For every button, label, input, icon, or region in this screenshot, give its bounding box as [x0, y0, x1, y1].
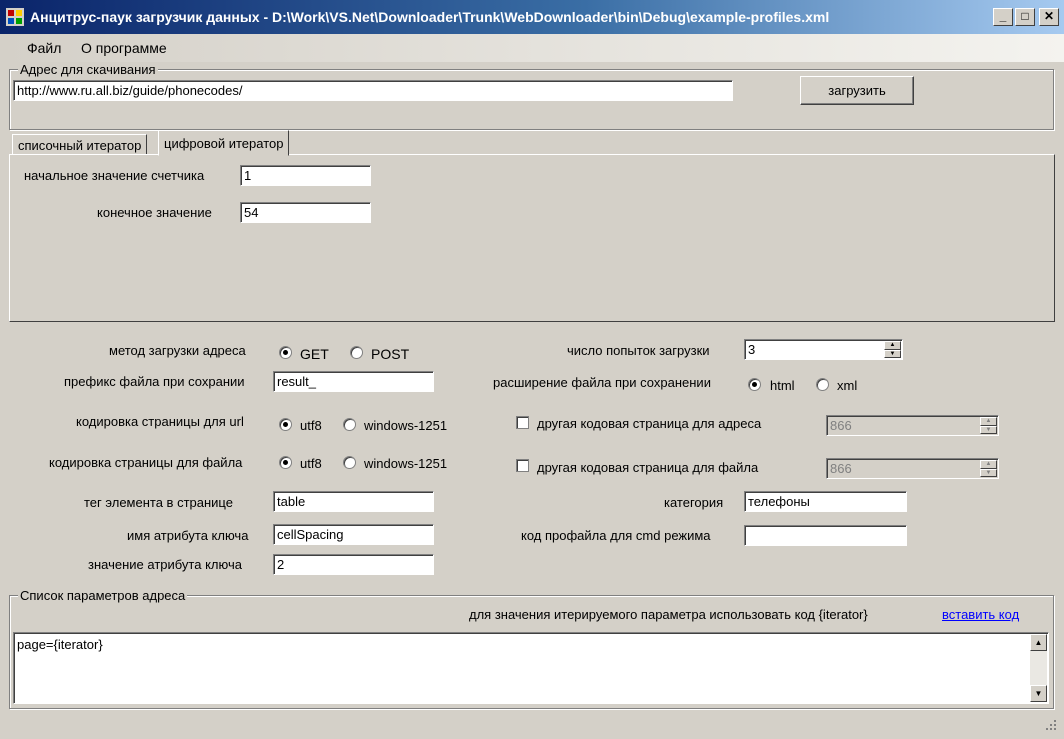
method-get-label[interactable]: GET	[300, 346, 329, 362]
file-encoding-label: кодировка страницы для файла	[49, 455, 243, 470]
ext-html-label[interactable]: html	[770, 378, 795, 393]
tab-list-iterator[interactable]: списочный итератор	[12, 134, 148, 155]
other-cp-file-label[interactable]: другая кодовая страница для файла	[537, 460, 758, 475]
other-cp-file-input[interactable]: 866	[826, 458, 999, 479]
file-enc-utf8-label[interactable]: utf8	[300, 456, 322, 471]
spin-up-icon[interactable]: ▲	[980, 460, 997, 469]
other-cp-url-label[interactable]: другая кодовая страница для адреса	[537, 416, 761, 431]
ext-label: расширение файла при сохранении	[493, 375, 711, 390]
scroll-down-icon[interactable]: ▼	[1030, 685, 1047, 702]
tab-numeric-iterator[interactable]: цифровой итератор	[158, 130, 290, 156]
other-cp-file-spinner[interactable]: ▲ ▼	[980, 460, 997, 477]
load-button[interactable]: загрузить	[800, 76, 914, 105]
maximize-button[interactable]: □	[1015, 8, 1035, 26]
app-icon	[6, 8, 24, 26]
spin-up-icon[interactable]: ▲	[980, 417, 997, 426]
category-label: категория	[664, 495, 724, 510]
attr-value-label: значение атрибута ключа	[88, 557, 242, 572]
url-enc-1251-radio[interactable]	[343, 418, 356, 431]
file-enc-utf8-radio[interactable]	[279, 456, 292, 469]
params-textarea[interactable]: page={iterator} ▲ ▼	[13, 632, 1049, 704]
end-value-label: конечное значение	[97, 205, 212, 220]
method-get-radio[interactable]	[279, 346, 292, 359]
prefix-label: префикс файла при сохрании	[64, 374, 245, 389]
attempts-input[interactable]: 3	[744, 339, 903, 360]
url-encoding-label: кодировка страницы для url	[76, 414, 244, 429]
category-input[interactable]: телефоны	[744, 491, 907, 512]
cmd-label: код профайла для cmd режима	[521, 528, 711, 543]
method-post-radio[interactable]	[350, 346, 363, 359]
scroll-up-icon[interactable]: ▲	[1030, 634, 1047, 651]
spin-down-icon[interactable]: ▼	[980, 425, 997, 434]
insert-code-link[interactable]: вставить код	[942, 607, 1019, 622]
cmd-input[interactable]	[744, 525, 907, 546]
menu-file[interactable]: Файл	[27, 40, 61, 56]
tag-label: тег элемента в странице	[84, 495, 233, 510]
url-enc-1251-label[interactable]: windows-1251	[364, 418, 447, 433]
ext-xml-radio[interactable]	[816, 378, 829, 391]
title-bar: Анцитрус-паук загрузчик данных - D:\Work…	[0, 0, 1064, 34]
attempts-label: число попыток загрузки	[567, 343, 710, 358]
params-group-label: Список параметров адреса	[18, 588, 188, 603]
menu-about[interactable]: О программе	[81, 40, 167, 56]
prefix-input[interactable]: result_	[273, 371, 434, 392]
file-enc-1251-radio[interactable]	[343, 456, 356, 469]
attr-name-label: имя атрибута ключа	[127, 528, 249, 543]
url-enc-utf8-radio[interactable]	[279, 418, 292, 431]
url-input[interactable]: http://www.ru.all.biz/guide/phonecodes/	[13, 80, 733, 101]
tag-input[interactable]: table	[273, 491, 434, 512]
ext-html-radio[interactable]	[748, 378, 761, 391]
spin-up-icon[interactable]: ▲	[884, 341, 901, 350]
window-title: Анцитрус-паук загрузчик данных - D:\Work…	[30, 9, 830, 25]
params-scrollbar[interactable]: ▲ ▼	[1030, 634, 1047, 702]
other-cp-url-checkbox[interactable]	[516, 416, 529, 429]
minimize-button[interactable]: _	[993, 8, 1013, 26]
method-label: метод загрузки адреса	[109, 343, 246, 358]
params-hint: для значения итерируемого параметра испо…	[469, 607, 868, 622]
attr-name-input[interactable]: cellSpacing	[273, 524, 434, 545]
params-text: page={iterator}	[17, 637, 103, 652]
other-cp-url-input[interactable]: 866	[826, 415, 999, 436]
attempts-spinner[interactable]: ▲ ▼	[884, 341, 901, 358]
end-value-input[interactable]: 54	[240, 202, 371, 223]
start-value-input[interactable]: 1	[240, 165, 371, 186]
other-cp-file-checkbox[interactable]	[516, 459, 529, 472]
close-button[interactable]: ✕	[1039, 8, 1059, 26]
start-value-label: начальное значение счетчика	[24, 168, 205, 183]
spin-down-icon[interactable]: ▼	[980, 468, 997, 477]
address-group-label: Адрес для скачивания	[18, 62, 158, 77]
other-cp-url-spinner[interactable]: ▲ ▼	[980, 417, 997, 434]
resize-grip-icon[interactable]	[1044, 718, 1058, 732]
ext-xml-label[interactable]: xml	[837, 378, 857, 393]
menu-bar: Файл О программе	[0, 34, 1064, 62]
attr-value-input[interactable]: 2	[273, 554, 434, 575]
file-enc-1251-label[interactable]: windows-1251	[364, 456, 447, 471]
url-enc-utf8-label[interactable]: utf8	[300, 418, 322, 433]
spin-down-icon[interactable]: ▼	[884, 349, 901, 358]
method-post-label[interactable]: POST	[371, 346, 409, 362]
